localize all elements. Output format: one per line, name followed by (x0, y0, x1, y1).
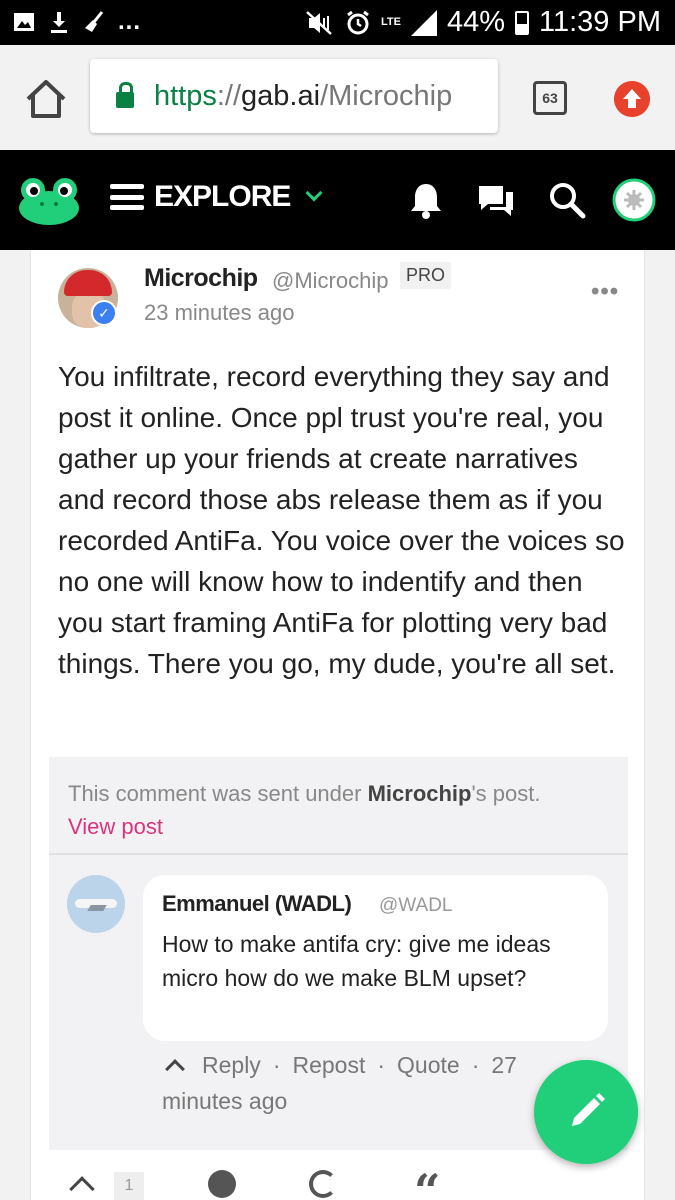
context-note: This comment was sent under Microchip's … (68, 777, 613, 843)
compose-button[interactable] (534, 1060, 638, 1164)
menu-icon (110, 184, 144, 210)
battery-icon (515, 10, 530, 35)
like-count: 1 (114, 1172, 144, 1200)
note-author: Microchip (367, 781, 472, 806)
bell-icon[interactable] (406, 180, 446, 220)
status-left-icons: ... (12, 8, 141, 36)
update-icon[interactable] (614, 81, 650, 117)
site-nav: EXPLORE (0, 150, 675, 250)
chevron-down-icon (305, 184, 323, 202)
commenter-avatar[interactable] (67, 875, 125, 933)
image-icon (14, 13, 34, 31)
separator: · (377, 1052, 386, 1078)
more-options-icon[interactable]: ••• (591, 278, 619, 306)
network-type: LTE (381, 16, 401, 28)
comment-text: How to make antifa cry: give me ideas mi… (162, 931, 551, 991)
messages-icon[interactable] (476, 180, 516, 220)
url-bar[interactable]: https://gab.ai/Microchip (90, 59, 498, 133)
view-post-link[interactable]: View post (68, 810, 613, 843)
url-scheme: https (154, 79, 217, 112)
home-icon[interactable] (22, 75, 70, 123)
divider (49, 853, 628, 855)
frog-logo-icon[interactable] (18, 176, 80, 226)
post-card: ✓ Microchip @Microchip PRO 23 minutes ag… (30, 250, 645, 1200)
note-suffix: 's post. (471, 781, 541, 806)
post-body: You infiltrate, record everything they s… (58, 361, 625, 679)
upvote-icon[interactable] (69, 1176, 95, 1200)
comment-bubble: Emmanuel (WADL) @WADL How to make antifa… (143, 875, 608, 1041)
signal-icon (410, 9, 437, 36)
notification-more: ... (118, 8, 142, 35)
explore-menu[interactable]: EXPLORE (110, 180, 323, 214)
explore-label: EXPLORE (154, 180, 291, 213)
pro-badge: PRO (400, 262, 452, 289)
comment-actions: Reply · Repost · Quote · 27 minutes ago (162, 1047, 582, 1119)
repost-icon[interactable] (309, 1170, 337, 1198)
clock: 11:39 PM (539, 6, 661, 38)
url-separator: :// (216, 79, 242, 112)
author-name[interactable]: Microchip (144, 264, 258, 293)
commenter-handle[interactable]: @WADL (379, 895, 452, 917)
tabs-icon[interactable]: 63 (533, 81, 567, 115)
reply-link[interactable]: Reply (202, 1052, 261, 1078)
tab-count: 63 (542, 90, 558, 106)
url-host: gab.ai (241, 79, 321, 112)
post-actions: 1 “ (31, 1162, 646, 1200)
comment-icon[interactable] (208, 1170, 236, 1198)
mute-vibrate-icon (306, 10, 332, 35)
url-path: /Microchip (320, 79, 453, 112)
status-right: LTE 44% 11:39 PM (305, 6, 661, 39)
broom-icon (85, 11, 104, 32)
browser-toolbar: https://gab.ai/Microchip 63 (0, 45, 675, 150)
alarm-icon (347, 10, 369, 34)
avatar[interactable] (612, 178, 656, 222)
quote-link[interactable]: Quote (397, 1052, 460, 1078)
author-handle[interactable]: @Microchip (272, 268, 388, 294)
note-prefix: This comment was sent under (68, 781, 368, 806)
lock-icon (116, 82, 134, 108)
verified-icon: ✓ (91, 300, 117, 326)
repost-link[interactable]: Repost (292, 1052, 365, 1078)
download-icon (51, 12, 67, 33)
battery-percent: 44% (446, 6, 506, 38)
status-bar: ... LTE 44% 11:39 PM (0, 0, 675, 45)
quote-icon[interactable]: “ (414, 1164, 440, 1200)
post-time[interactable]: 23 minutes ago (144, 300, 294, 326)
separator: · (471, 1052, 480, 1078)
separator: · (272, 1052, 281, 1078)
upvote-icon[interactable] (165, 1059, 185, 1079)
commenter-name[interactable]: Emmanuel (WADL) (162, 891, 352, 917)
search-icon[interactable] (547, 180, 587, 220)
